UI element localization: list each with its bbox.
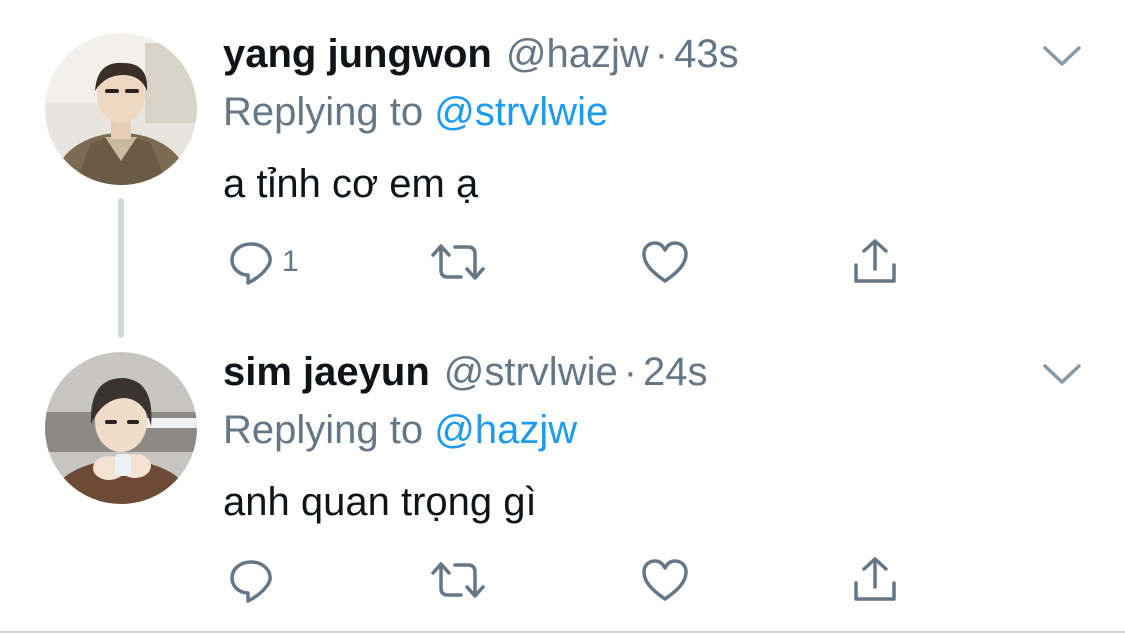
replying-to-handle[interactable]: @hazjw — [434, 408, 577, 452]
display-name[interactable]: sim jaeyun — [223, 350, 430, 395]
replying-to-label: Replying to — [223, 408, 424, 452]
retweet-button[interactable] — [428, 234, 488, 290]
replying-to-line: Replying to @hazjw — [223, 408, 577, 453]
heart-icon — [642, 241, 688, 283]
like-button[interactable] — [640, 552, 690, 608]
tweet-header: yang jungwon @hazjw · 43s — [223, 32, 739, 82]
replying-to-line: Replying to @strvlwie — [223, 90, 608, 135]
tweet-header: sim jaeyun @strvlwie · 24s — [223, 350, 708, 400]
tweet-2[interactable]: sim jaeyun @strvlwie · 24s Replying to @… — [0, 330, 1125, 630]
reply-button[interactable] — [226, 552, 282, 608]
divider — [0, 631, 1125, 633]
reply-icon — [230, 560, 272, 603]
timestamp[interactable]: 24s — [643, 350, 708, 395]
retweet-icon — [431, 562, 485, 598]
tweet-actions: 1 — [226, 234, 916, 290]
reply-icon — [230, 242, 272, 285]
avatar[interactable] — [45, 33, 197, 185]
retweet-icon — [431, 244, 485, 280]
replying-to-handle[interactable]: @strvlwie — [434, 90, 608, 134]
tweet-1[interactable]: yang jungwon @hazjw · 43s Replying to @s… — [0, 0, 1125, 338]
chevron-down-icon[interactable] — [1041, 42, 1083, 70]
share-icon — [854, 239, 896, 283]
tweet-text: a tỉnh cơ em ạ — [223, 162, 479, 206]
chevron-down-icon[interactable] — [1041, 360, 1083, 388]
timestamp[interactable]: 43s — [674, 32, 739, 77]
like-button[interactable] — [640, 234, 690, 290]
share-button[interactable] — [850, 234, 900, 290]
share-button[interactable] — [850, 552, 900, 608]
replying-to-label: Replying to — [223, 90, 424, 134]
reply-button[interactable]: 1 — [226, 234, 299, 290]
separator-dot: · — [623, 350, 638, 394]
avatar[interactable] — [45, 352, 197, 504]
thread-connector — [118, 198, 124, 338]
share-icon — [854, 557, 896, 601]
separator-dot: · — [654, 32, 669, 76]
user-handle[interactable]: @hazjw — [506, 32, 649, 77]
display-name[interactable]: yang jungwon — [223, 32, 492, 77]
tweet-actions — [226, 552, 916, 608]
reply-count: 1 — [282, 245, 299, 278]
retweet-button[interactable] — [428, 552, 488, 608]
heart-icon — [642, 559, 688, 601]
user-handle[interactable]: @strvlwie — [444, 350, 618, 395]
tweet-text: anh quan trọng gì — [223, 480, 537, 524]
